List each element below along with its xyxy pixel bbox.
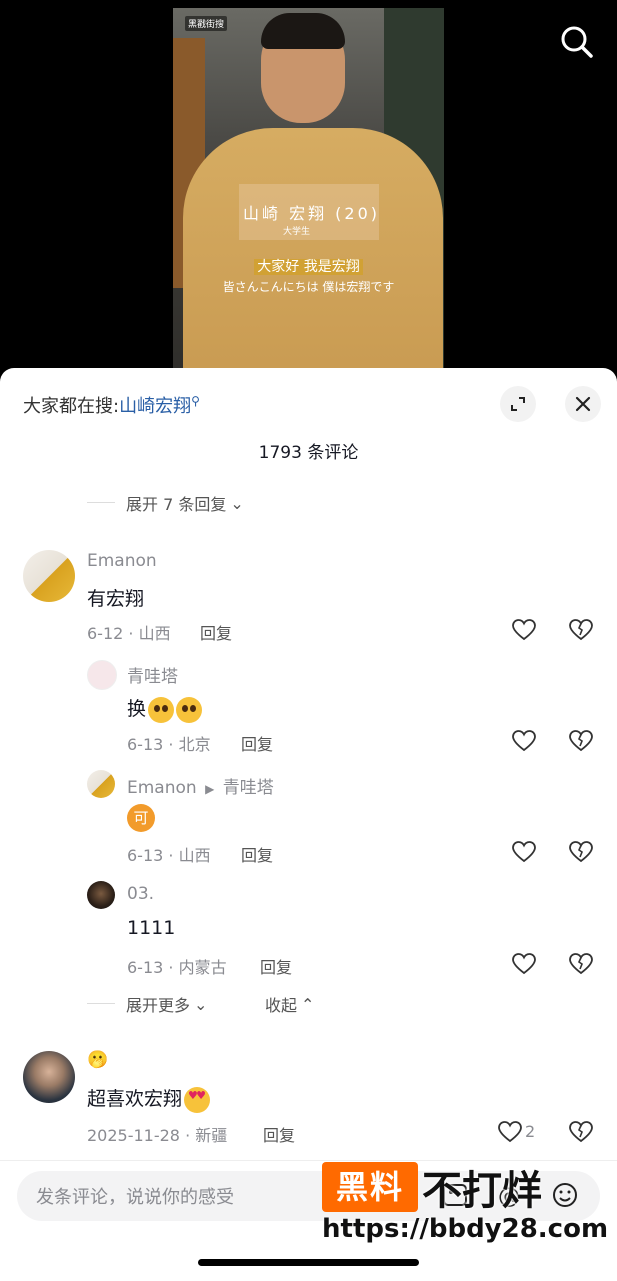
avatar[interactable] [23, 550, 75, 602]
comment-date-location: 2025-11-28 · 新疆 [87, 1126, 228, 1145]
watermark-badge: 黑料 [322, 1162, 418, 1212]
dislike-broken-heart-icon[interactable] [568, 1119, 594, 1145]
expand-more-label: 展开更多 [126, 996, 191, 1015]
comment-count: 1793 条评论 [258, 443, 359, 463]
expand-icon[interactable] [500, 386, 536, 422]
mini-search-icon: ⚲ [191, 394, 200, 408]
pleading-face-emoji-icon [148, 696, 175, 723]
comment-date-location: 6-12 · 山西 [87, 624, 171, 643]
avatar[interactable] [87, 660, 117, 690]
reply-button[interactable]: 回复 [200, 620, 232, 644]
collapse-label: 收起 [265, 996, 298, 1015]
person-sweater [183, 128, 443, 380]
comment-username[interactable]: 03. [127, 884, 154, 904]
chevron-down-icon: ⌄ [230, 493, 244, 513]
collapse-button[interactable]: 收起 ⌃ [265, 992, 314, 1016]
reply-to-username[interactable]: 青哇塔 [223, 778, 274, 798]
comment-username[interactable]: 青哇塔 [127, 662, 178, 687]
video-player[interactable]: 黑戳街搜 山崎 宏翔 (20) 大学生 大家好 我是宏翔 皆さんこんにちは 僕は… [0, 0, 617, 380]
like-heart-icon[interactable] [511, 951, 537, 977]
like-count: 2 [525, 1122, 536, 1141]
like-heart-icon[interactable] [511, 617, 537, 643]
comment-text: 可 [127, 804, 155, 832]
ke-sticker-icon: 可 [127, 804, 155, 832]
comment-date-location: 6-13 · 山西 [127, 846, 211, 865]
emoji-icon[interactable] [550, 1180, 580, 1210]
trending-search[interactable]: 大家都在搜:山崎宏翔⚲ [23, 392, 200, 418]
dislike-broken-heart-icon[interactable] [568, 839, 594, 865]
watermark-url: https://bbdy28.com [322, 1214, 609, 1244]
chevron-down-icon: ⌄ [194, 994, 208, 1014]
close-icon[interactable] [565, 386, 601, 422]
expand-replies-label: 展开 7 条回复 [126, 495, 227, 514]
chevron-up-icon: ⌃ [301, 994, 315, 1014]
avatar[interactable] [87, 770, 115, 798]
comment-date-location: 6-13 · 内蒙古 [127, 958, 227, 977]
avatar[interactable] [87, 881, 115, 909]
reply-button[interactable]: 回复 [260, 954, 292, 978]
channel-logo: 黑戳街搜 [185, 16, 228, 31]
avatar[interactable] [23, 1051, 75, 1103]
expand-replies-button[interactable]: 展开 7 条回复 ⌄ [126, 491, 244, 515]
comment-text: 1111 [127, 917, 176, 939]
pleading-face-emoji-icon [176, 696, 203, 723]
divider-line [87, 502, 115, 503]
dislike-broken-heart-icon[interactable] [568, 617, 594, 643]
role-caption: 大学生 [283, 227, 311, 237]
heart-eyes-emoji-icon [184, 1086, 211, 1113]
topic-link[interactable]: 山崎宏翔 [119, 396, 191, 417]
reply-button[interactable]: 回复 [241, 842, 273, 866]
watermark-text: 不打烊 [422, 1168, 542, 1214]
comment-text-content: 换 [127, 698, 147, 720]
expand-more-button[interactable]: 展开更多 ⌄ [126, 992, 207, 1016]
home-indicator[interactable] [198, 1259, 419, 1266]
like-heart-icon[interactable] [511, 728, 537, 754]
comment-date-location: 6-13 · 北京 [127, 735, 211, 754]
subtitle-cn-text: 大家好 我是宏翔 [254, 259, 363, 275]
video-frame[interactable]: 黑戳街搜 山崎 宏翔 (20) 大学生 大家好 我是宏翔 皆さんこんにちは 僕は… [173, 8, 444, 380]
dislike-broken-heart-icon[interactable] [568, 951, 594, 977]
reply-arrow-icon: ▶ [205, 782, 215, 796]
divider-line [87, 1003, 115, 1004]
comment-username[interactable]: Emanon [127, 778, 197, 798]
topic-prefix: 大家都在搜: [23, 396, 120, 417]
reply-button[interactable]: 回复 [263, 1122, 295, 1146]
like-heart-icon[interactable] [497, 1119, 523, 1145]
comment-username[interactable]: 🫢 [87, 1050, 108, 1070]
like-heart-icon[interactable] [511, 839, 537, 865]
comment-text: 超喜欢宏翔 [87, 1084, 211, 1113]
comment-text: 换 [127, 694, 203, 723]
comment-text-content: 超喜欢宏翔 [87, 1088, 183, 1110]
comment-text: 有宏翔 [87, 588, 145, 610]
person-hair [261, 13, 345, 49]
comment-username[interactable]: Emanon [87, 551, 157, 571]
dislike-broken-heart-icon[interactable] [568, 728, 594, 754]
reply-button[interactable]: 回复 [241, 731, 273, 755]
comment-input-placeholder[interactable]: 发条评论，说说你的感受 [36, 1183, 234, 1209]
subtitle-cn: 大家好 我是宏翔 [173, 256, 444, 276]
search-icon[interactable] [557, 22, 597, 62]
subtitle-jp: 皆さんこんにちは 僕は宏翔です [222, 280, 395, 294]
reply-header: Emanon ▶ 青哇塔 [127, 773, 274, 798]
name-caption: 山崎 宏翔 (20) [243, 204, 381, 223]
